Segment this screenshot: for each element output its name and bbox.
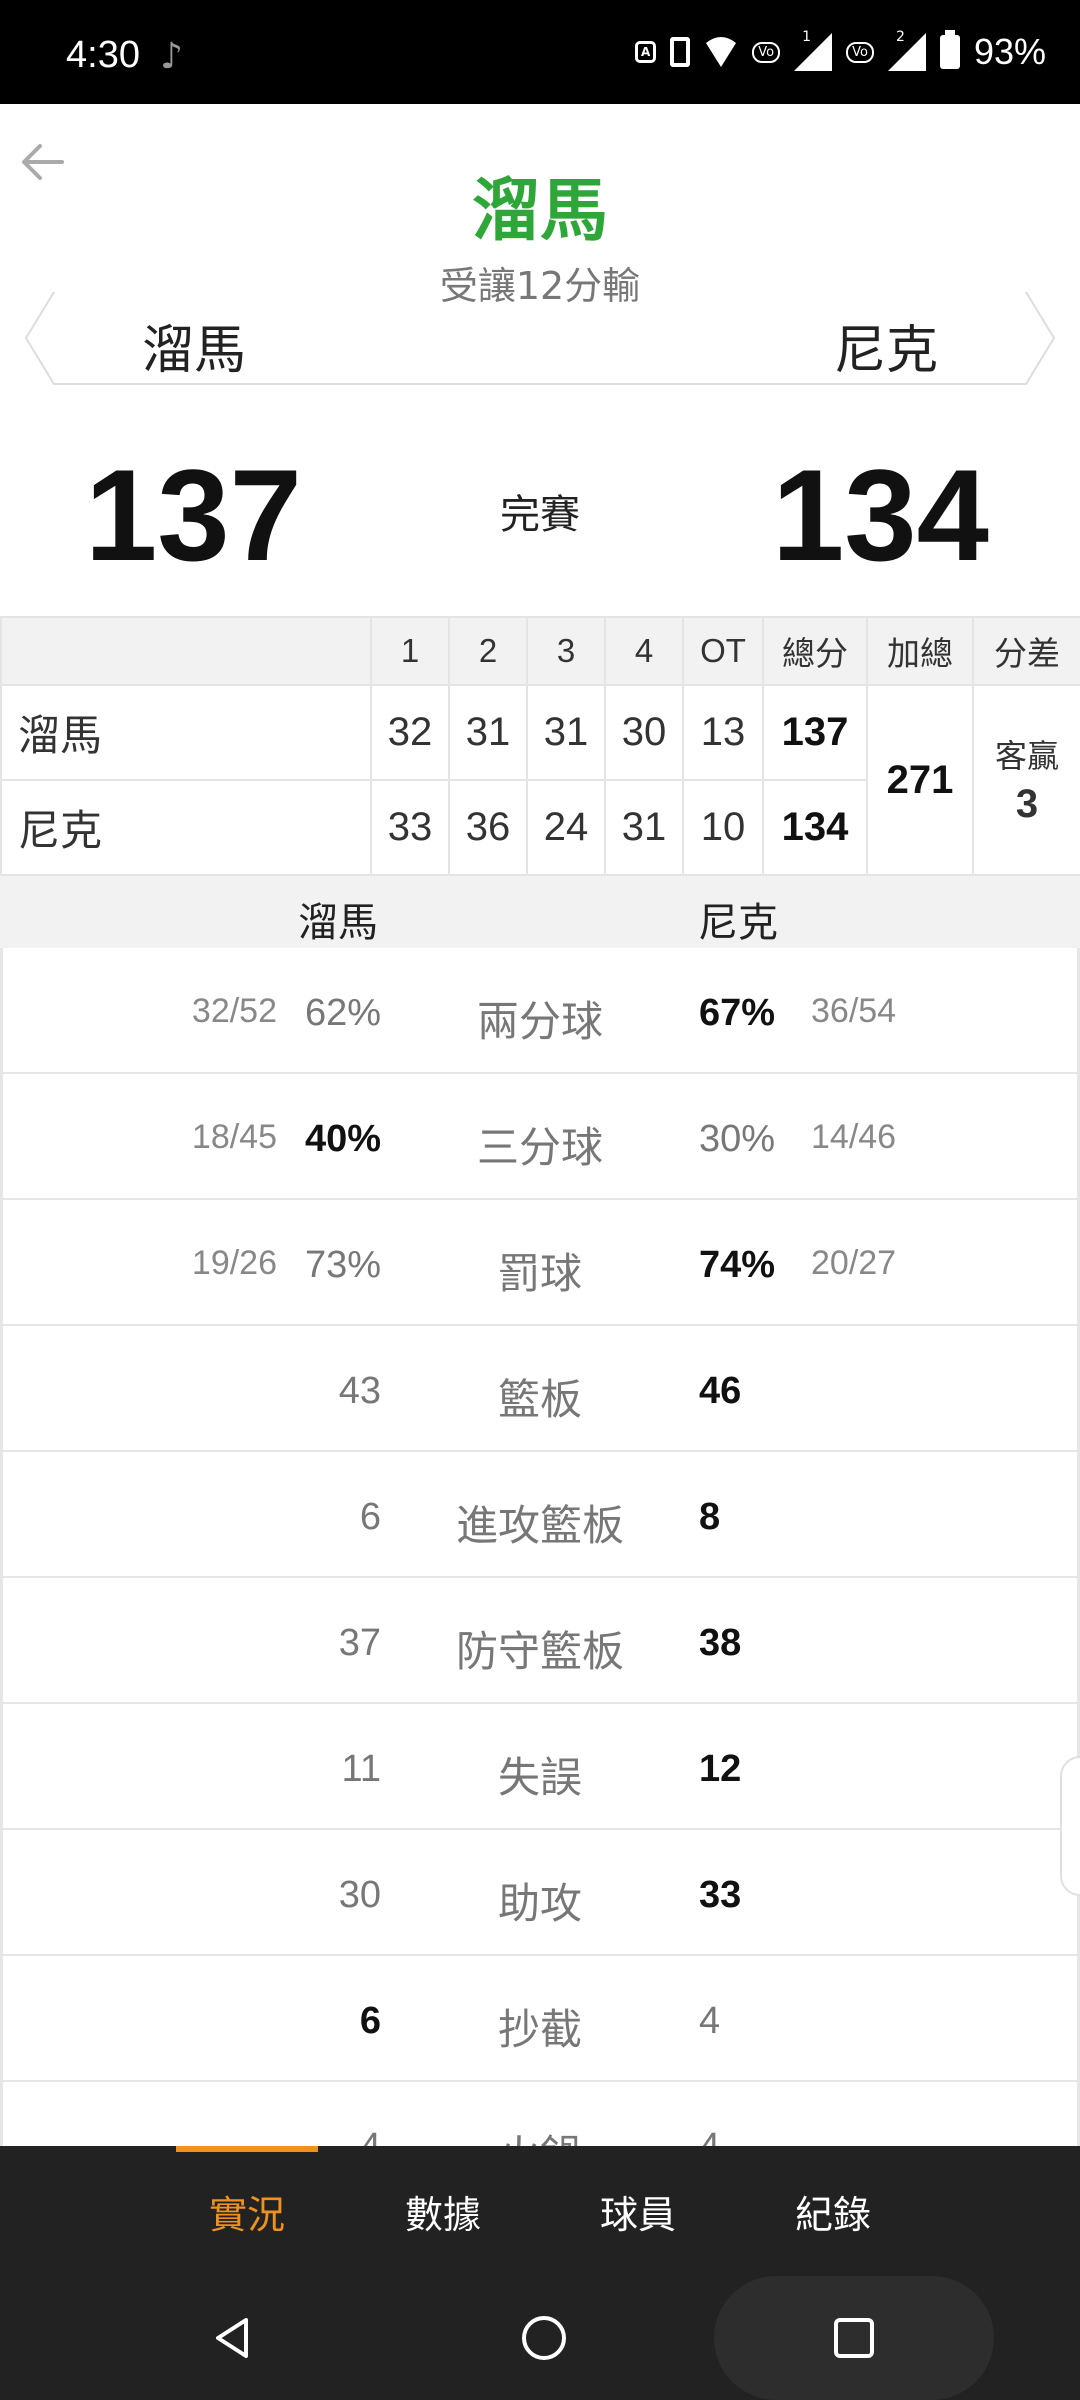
stat-row: 43 籃板 46 — [3, 1326, 1077, 1452]
active-tab-indicator — [176, 2146, 318, 2152]
stat-row: 6 抄截 4 — [3, 1956, 1077, 2082]
signal-icon: 1 — [794, 29, 833, 71]
total-score-cell: 134 — [762, 779, 868, 876]
status-bar: 4:30 ♪ A Vo 1 Vo 2 93% — [0, 0, 1080, 104]
stat-label: 防守籃板 — [455, 1627, 624, 1676]
tab-records[interactable]: 紀錄 — [733, 2184, 933, 2239]
column-header: 3 — [526, 616, 606, 686]
diff-label: 客贏 — [994, 738, 1059, 774]
bottom-tab-bar: 實況 數據 球員 紀錄 — [0, 2146, 1080, 2276]
stat-label: 進攻籃板 — [455, 1501, 624, 1550]
battery-percent: 93% — [973, 31, 1046, 72]
table-header-row: 1 2 3 4 OT 總分 加總 分差 — [0, 616, 1080, 686]
right-made-attempted: 14/46 — [811, 1118, 897, 1156]
page-title: 溜馬 — [471, 172, 608, 251]
quarter-score-cell: 30 — [604, 684, 684, 781]
quarter-score-cell: 31 — [448, 684, 528, 781]
away-score: 134 — [772, 442, 989, 588]
right-stat-value: 4 — [699, 2000, 721, 2042]
stat-row: 18/45 40% 三分球 30% 14/46 — [3, 1074, 1077, 1200]
column-header: OT — [682, 616, 764, 686]
tiktok-icon: ♪ — [160, 36, 183, 77]
column-header: 分差 — [972, 616, 1080, 686]
right-stat-value: 67% — [699, 992, 776, 1034]
stat-label: 三分球 — [476, 1123, 603, 1172]
stat-label: 籃板 — [497, 1375, 582, 1424]
table-row: 溜馬 32 31 31 30 13 137 271 客贏 3 — [0, 684, 1080, 876]
quarter-score-cell: 31 — [604, 779, 684, 876]
overtime-score-cell: 10 — [682, 779, 764, 876]
stat-label: 火鍋 — [3, 2122, 1077, 2148]
point-diff-cell: 客贏 3 — [972, 684, 1080, 876]
stat-label: 兩分球 — [476, 997, 603, 1046]
quarter-score-cell: 32 — [370, 684, 450, 781]
right-stat-value: 33 — [699, 1874, 742, 1916]
stat-row: 30 助攻 33 — [3, 1830, 1077, 1956]
volte-icon: Vo — [752, 41, 781, 63]
right-stat-value: 12 — [699, 1748, 742, 1790]
tab-live[interactable]: 實況 — [147, 2184, 347, 2239]
signal-icon: 2 — [887, 29, 926, 71]
status-time: 4:30 — [66, 34, 140, 76]
right-stat-value: 38 — [699, 1622, 742, 1664]
right-made-attempted: 20/27 — [811, 1244, 897, 1282]
matchup-banner: 溜馬 尼克 — [24, 290, 1056, 386]
quarter-score-cell: 33 — [370, 779, 450, 876]
side-drawer-handle[interactable] — [1060, 1756, 1080, 1896]
vibrate-icon — [670, 37, 691, 67]
column-header: 總分 — [762, 616, 868, 686]
nav-home-icon[interactable] — [522, 2316, 566, 2360]
right-stat-value: 8 — [699, 1496, 721, 1538]
stat-row: 19/26 73% 罰球 74% 20/27 — [3, 1200, 1077, 1326]
right-stat-value: 4 — [699, 2126, 721, 2148]
diff-value: 3 — [1015, 782, 1039, 826]
right-stat-value: 46 — [699, 1370, 742, 1412]
wifi-6-icon — [706, 37, 737, 67]
battery-icon — [939, 30, 960, 69]
stats-left-team: 溜馬 — [298, 900, 378, 946]
column-header: 2 — [448, 616, 528, 686]
combined-total-cell: 271 — [866, 684, 974, 876]
stats-right-team: 尼克 — [698, 900, 778, 946]
nav-recents-icon[interactable] — [834, 2318, 874, 2358]
right-stat-value: 74% — [699, 1244, 776, 1286]
total-score-cell: 137 — [762, 684, 868, 781]
stat-label: 抄截 — [497, 2005, 582, 2054]
auto-hz-icon: A — [634, 41, 657, 63]
stats-header: 溜馬 尼克 — [0, 876, 1080, 948]
column-header: 4 — [604, 616, 684, 686]
column-header — [0, 616, 372, 686]
stat-row: 37 防守籃板 38 — [3, 1578, 1077, 1704]
stat-row: 32/52 62% 兩分球 67% 36/54 — [3, 948, 1077, 1074]
stat-row: 4 火鍋 4 — [3, 2082, 1077, 2148]
quarter-score-cell: 24 — [526, 779, 606, 876]
stat-row: 6 進攻籃板 8 — [3, 1452, 1077, 1578]
volte-icon: Vo — [846, 41, 874, 63]
team-name-cell: 尼克 — [0, 779, 372, 876]
stat-label: 罰球 — [497, 1249, 582, 1298]
column-header: 1 — [370, 616, 450, 686]
stat-label: 助攻 — [497, 1879, 582, 1928]
stat-row: 11 失誤 12 — [3, 1704, 1077, 1830]
team-stats-list[interactable]: 32/52 62% 兩分球 67% 36/54 18/45 40% 三分球 30… — [0, 948, 1080, 2148]
right-made-attempted: 36/54 — [811, 992, 897, 1030]
home-team-name: 溜馬 — [142, 321, 247, 381]
system-nav-bar — [0, 2276, 1080, 2400]
quarter-score-table: 1 2 3 4 OT 總分 加總 分差 溜馬 32 31 31 30 13 13… — [0, 616, 1080, 876]
column-header: 加總 — [866, 616, 974, 686]
nav-back-icon[interactable] — [212, 2316, 256, 2360]
overtime-score-cell: 13 — [682, 684, 764, 781]
right-stat-value: 30% — [699, 1118, 776, 1160]
stat-label: 失誤 — [497, 1753, 582, 1802]
status-icons: A Vo 1 Vo 2 93% — [634, 29, 1046, 74]
away-team-name: 尼克 — [833, 321, 938, 381]
tab-players[interactable]: 球員 — [538, 2184, 738, 2239]
tab-stats[interactable]: 數據 — [343, 2184, 543, 2239]
quarter-score-cell: 36 — [448, 779, 528, 876]
quarter-score-cell: 31 — [526, 684, 606, 781]
team-name-cell: 溜馬 — [0, 684, 372, 781]
